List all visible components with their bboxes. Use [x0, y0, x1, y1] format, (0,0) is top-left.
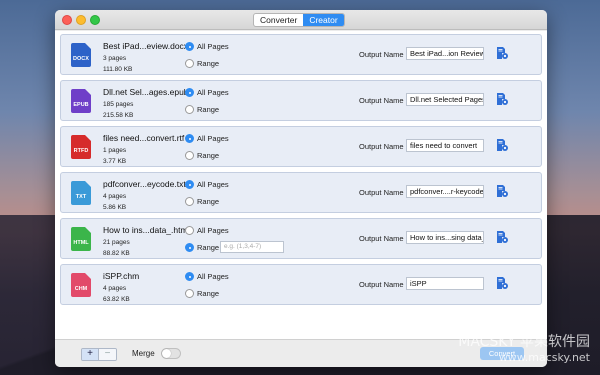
tab-creator[interactable]: Creator: [303, 14, 344, 26]
add-remove-control: + −: [81, 348, 117, 361]
range-radio[interactable]: [185, 105, 194, 114]
file-type-icon: EPUB: [71, 89, 91, 113]
all-pages-radio[interactable]: [185, 42, 194, 51]
all-pages-label: All Pages: [197, 226, 229, 235]
output-name-label: Output Name: [359, 50, 404, 59]
file-settings-icon[interactable]: [495, 46, 509, 60]
tab-converter[interactable]: Converter: [254, 14, 303, 26]
file-type-icon: HTML: [71, 227, 91, 251]
all-pages-radio[interactable]: [185, 88, 194, 97]
range-label: Range: [197, 151, 220, 160]
range-label: Range: [197, 289, 220, 298]
file-size: 5.86 KB: [103, 204, 127, 211]
merge-label: Merge: [132, 349, 155, 358]
file-row[interactable]: RTFD files need...convert.rtf 1 pages 3.…: [60, 126, 542, 167]
merge-toggle[interactable]: [161, 348, 181, 359]
watermark: MACSKY 苹果软件园 www.macsky.net: [458, 335, 590, 365]
file-size: 88.82 KB: [103, 250, 130, 257]
output-name-label: Output Name: [359, 142, 404, 151]
watermark-line-2: www.macsky.net: [498, 351, 590, 364]
file-list: DOCX Best iPad...eview.docx 3 pages 111.…: [55, 31, 547, 339]
app-window: Converter Creator DOCX Best iPad...eview…: [55, 10, 547, 367]
file-size: 215.58 KB: [103, 112, 134, 119]
title-bar: Converter Creator: [55, 10, 547, 30]
all-pages-label: All Pages: [197, 88, 229, 97]
range-label: Range: [197, 243, 220, 252]
zoom-window-button[interactable]: [90, 15, 100, 25]
all-pages-label: All Pages: [197, 42, 229, 51]
range-radio[interactable]: [185, 289, 194, 298]
output-name-field[interactable]: How to ins...sing data_: [406, 231, 484, 244]
all-pages-radio[interactable]: [185, 180, 194, 189]
all-pages-label: All Pages: [197, 134, 229, 143]
range-radio[interactable]: [185, 59, 194, 68]
file-settings-icon[interactable]: [495, 184, 509, 198]
file-settings-icon[interactable]: [495, 92, 509, 106]
file-row[interactable]: CHM iSPP.chm 4 pages 63.82 KB All Pages …: [60, 264, 542, 305]
remove-file-button[interactable]: −: [99, 349, 116, 360]
file-type-icon: TXT: [71, 181, 91, 205]
all-pages-radio[interactable]: [185, 272, 194, 281]
all-pages-radio[interactable]: [185, 226, 194, 235]
file-name: pdfconver...eycode.txt: [103, 179, 186, 189]
file-page-count: 185 pages: [103, 101, 134, 108]
file-name: Best iPad...eview.docx: [103, 41, 189, 51]
file-page-count: 1 pages: [103, 147, 127, 154]
range-label: Range: [197, 197, 220, 206]
file-name: files need...convert.rtf: [103, 133, 185, 143]
output-name-field[interactable]: iSPP: [406, 277, 484, 290]
output-name-field[interactable]: pdfconver....r-keycode: [406, 185, 484, 198]
range-radio[interactable]: [185, 197, 194, 206]
file-size: 111.80 KB: [103, 66, 133, 73]
file-page-count: 4 pages: [103, 285, 127, 292]
output-name-label: Output Name: [359, 234, 404, 243]
file-page-count: 21 pages: [103, 239, 130, 246]
file-type-icon: RTFD: [71, 135, 91, 159]
all-pages-radio[interactable]: [185, 134, 194, 143]
toggle-knob: [162, 349, 171, 358]
file-type-icon: DOCX: [71, 43, 91, 67]
file-name: How to ins...data_.html: [103, 225, 190, 235]
minimize-window-button[interactable]: [76, 15, 86, 25]
file-name: Dll.net Sel...ages.epub: [103, 87, 189, 97]
file-page-count: 4 pages: [103, 193, 127, 200]
file-type-icon: CHM: [71, 273, 91, 297]
file-row[interactable]: HTML How to ins...data_.html 21 pages 88…: [60, 218, 542, 259]
add-file-button[interactable]: +: [82, 349, 99, 360]
output-name-field[interactable]: files need to convert: [406, 139, 484, 152]
range-label: Range: [197, 59, 220, 68]
mode-segmented-control: Converter Creator: [253, 13, 345, 27]
output-name-field[interactable]: Best iPad...ion Review: [406, 47, 484, 60]
watermark-line-1: MACSKY 苹果软件园: [458, 334, 590, 350]
range-radio[interactable]: [185, 151, 194, 160]
file-settings-icon[interactable]: [495, 230, 509, 244]
file-name: iSPP.chm: [103, 271, 140, 281]
range-input[interactable]: e.g. (1,3,4-7): [220, 241, 284, 253]
file-settings-icon[interactable]: [495, 276, 509, 290]
output-name-field[interactable]: Dll.net Selected Pages: [406, 93, 484, 106]
range-radio[interactable]: [185, 243, 194, 252]
file-row[interactable]: TXT pdfconver...eycode.txt 4 pages 5.86 …: [60, 172, 542, 213]
file-size: 63.82 KB: [103, 296, 130, 303]
all-pages-label: All Pages: [197, 180, 229, 189]
output-name-label: Output Name: [359, 188, 404, 197]
all-pages-label: All Pages: [197, 272, 229, 281]
file-settings-icon[interactable]: [495, 138, 509, 152]
file-row[interactable]: DOCX Best iPad...eview.docx 3 pages 111.…: [60, 34, 542, 75]
file-size: 3.77 KB: [103, 158, 127, 165]
output-name-label: Output Name: [359, 96, 404, 105]
file-row[interactable]: EPUB Dll.net Sel...ages.epub 185 pages 2…: [60, 80, 542, 121]
file-page-count: 3 pages: [103, 55, 127, 62]
range-label: Range: [197, 105, 220, 114]
close-window-button[interactable]: [62, 15, 72, 25]
output-name-label: Output Name: [359, 280, 404, 289]
